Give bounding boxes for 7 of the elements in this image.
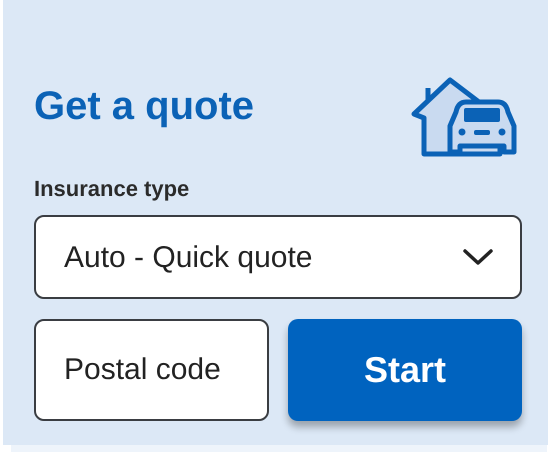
postal-code-field[interactable]: Postal code — [34, 319, 269, 421]
field-label: Insurance type — [34, 178, 190, 200]
insurance-type-select[interactable]: Auto - Quick quote — [34, 215, 522, 299]
card-title: Get a quote — [34, 86, 254, 126]
chevron-down-icon — [462, 248, 494, 266]
select-value: Auto - Quick quote — [64, 240, 312, 276]
start-button[interactable]: Start — [288, 319, 522, 421]
